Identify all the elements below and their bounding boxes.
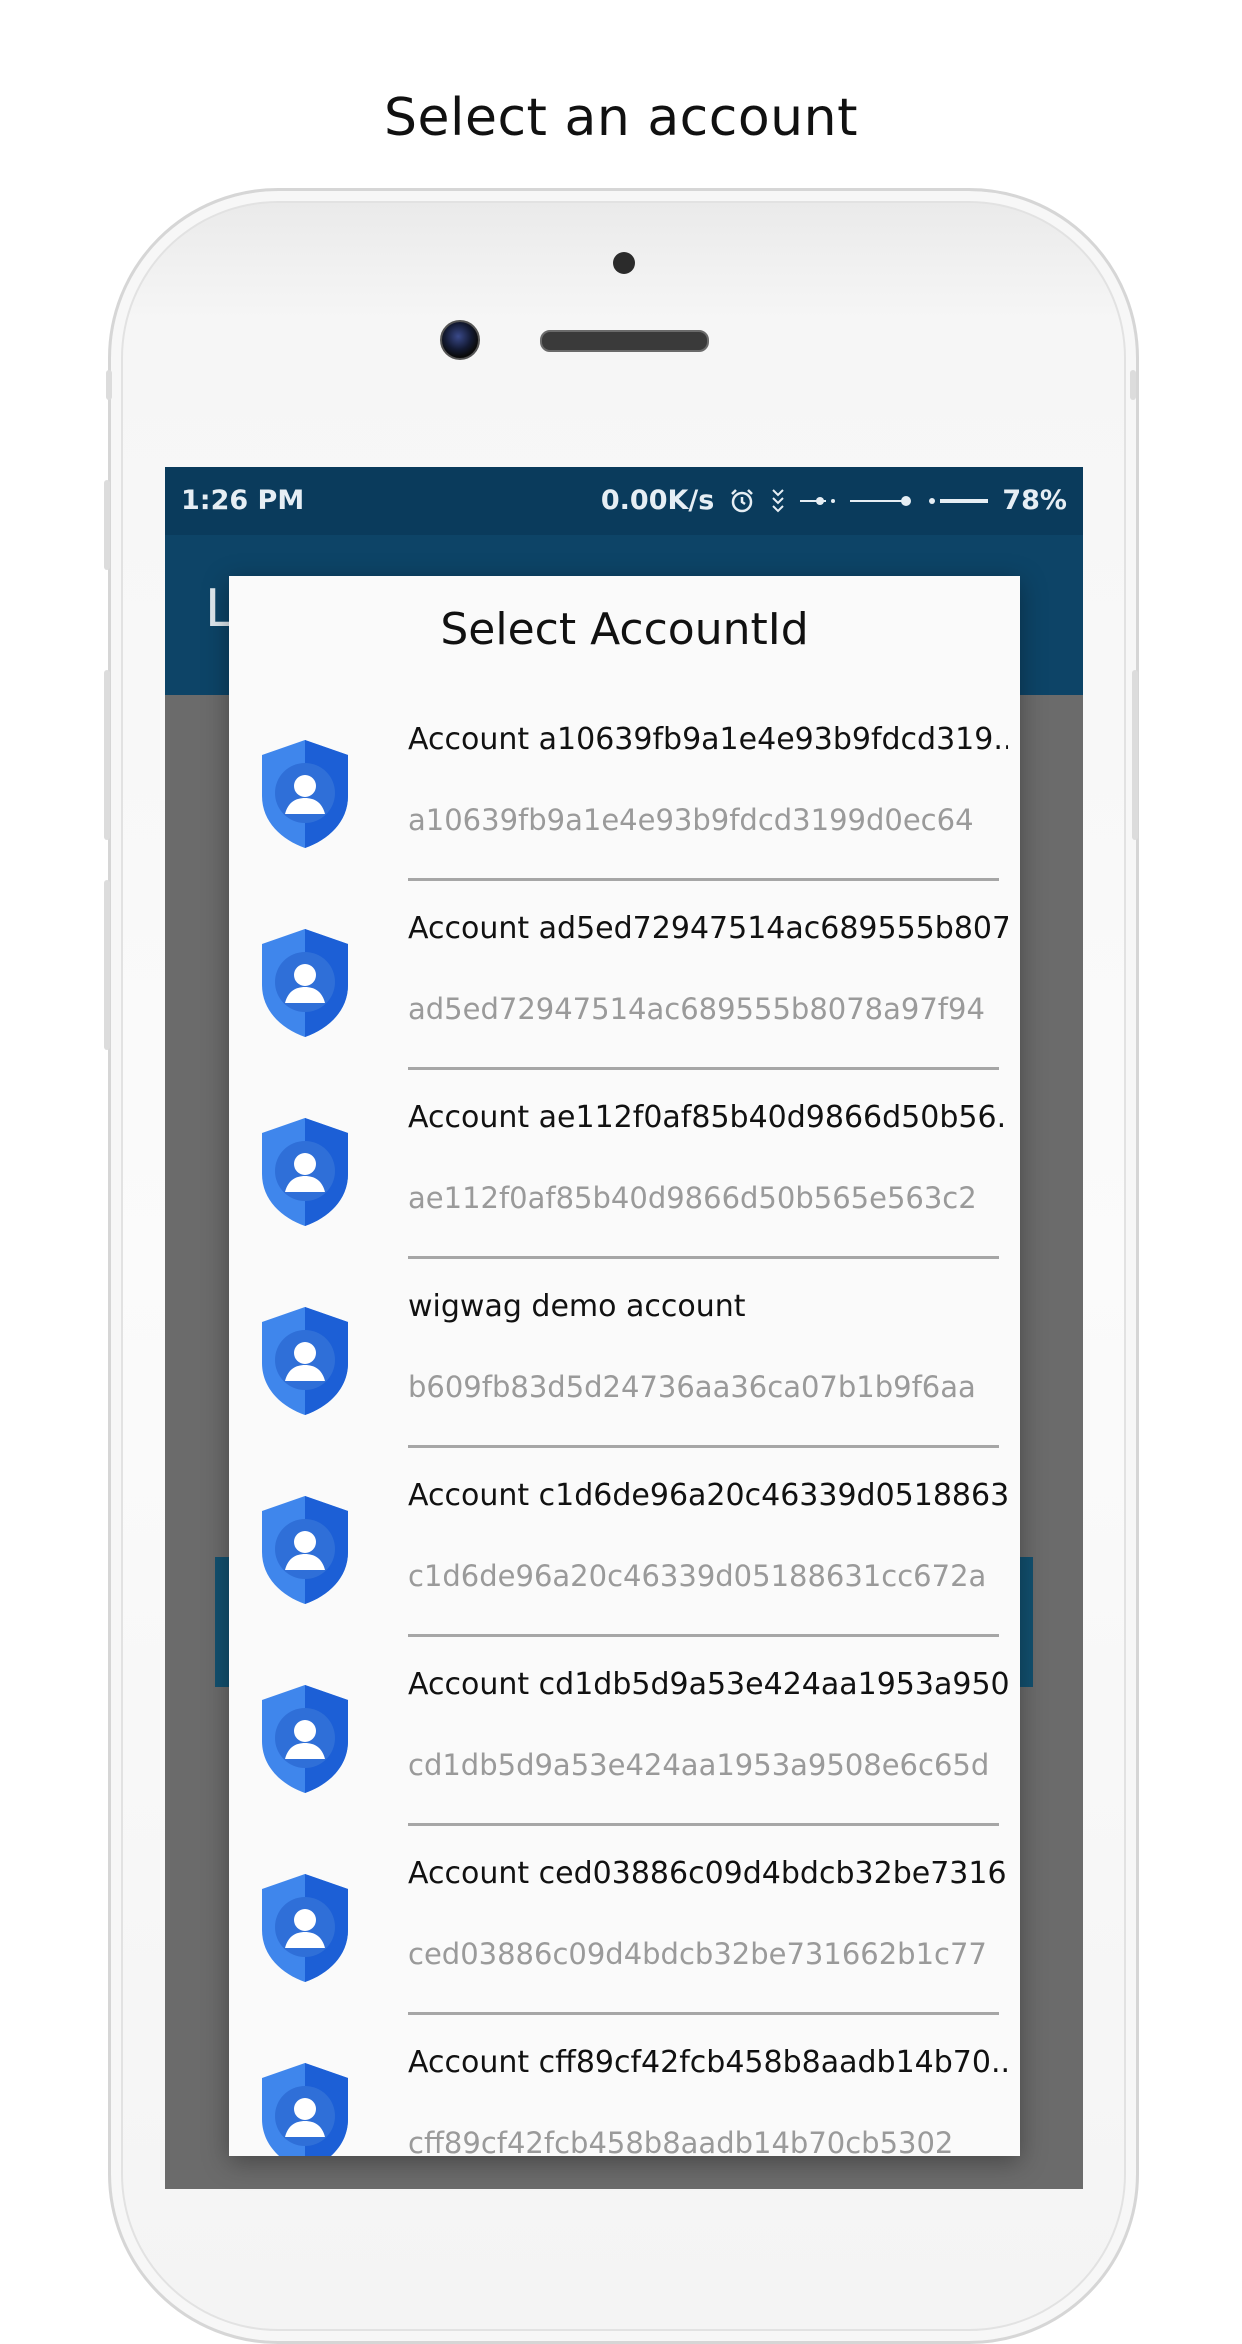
account-name: wigwag demo account — [408, 1289, 746, 1324]
status-icons: 0.00K/s 78% — [601, 485, 1067, 516]
account-list-item[interactable]: Account ced03886c09d4bdcb32be7316... ced… — [229, 1827, 1020, 2016]
account-name: Account a10639fb9a1e4e93b9fdcd319... — [408, 722, 1008, 757]
account-name: Account cd1db5d9a53e424aa1953a950... — [408, 1667, 1008, 1702]
proximity-sensor — [613, 252, 635, 274]
volume-button — [104, 670, 110, 840]
account-id: ae112f0af85b40d9866d50b565e563c2 — [408, 1181, 977, 1215]
account-id: cff89cf42fcb458b8aadb14b70cb5302 — [408, 2126, 954, 2156]
account-shield-icon — [262, 2063, 348, 2156]
account-id: cd1db5d9a53e424aa1953a9508e6c65d — [408, 1748, 990, 1782]
front-camera — [440, 320, 480, 360]
page-caption: Select an account — [384, 88, 858, 148]
account-shield-icon — [262, 1874, 348, 1982]
item-divider — [408, 1634, 999, 1637]
account-shield-icon — [262, 929, 348, 1037]
account-id: b609fb83d5d24736aa36ca07b1b9f6aa — [408, 1370, 976, 1404]
account-name: Account ad5ed72947514ac689555b807... — [408, 911, 1008, 946]
account-name: Account cff89cf42fcb458b8aadb14b70... — [408, 2045, 1008, 2080]
battery-icon — [929, 497, 989, 504]
account-list-item[interactable]: Account c1d6de96a20c46339d0518863... c1d… — [229, 1449, 1020, 1638]
account-id: a10639fb9a1e4e93b9fdcd3199d0ec64 — [408, 803, 974, 837]
signal-icon — [800, 496, 836, 505]
power-button — [1132, 670, 1138, 840]
account-shield-icon — [262, 1496, 348, 1604]
account-id: ced03886c09d4bdcb32be731662b1c77 — [408, 1937, 987, 1971]
item-divider — [408, 1823, 999, 1826]
account-list-item[interactable]: Account cd1db5d9a53e424aa1953a950... cd1… — [229, 1638, 1020, 1827]
account-list-item[interactable]: Account ad5ed72947514ac689555b807... ad5… — [229, 882, 1020, 1071]
account-name: Account c1d6de96a20c46339d0518863... — [408, 1478, 1008, 1513]
item-divider — [408, 1256, 999, 1259]
battery-percent: 78% — [1002, 485, 1067, 516]
account-shield-icon — [262, 1307, 348, 1415]
network-speed: 0.00K/s — [600, 485, 715, 516]
bluetooth-signal-icon — [772, 488, 785, 512]
item-divider — [408, 878, 999, 881]
account-name: Account ced03886c09d4bdcb32be7316... — [408, 1856, 1008, 1891]
account-list-item[interactable]: Account cff89cf42fcb458b8aadb14b70... cf… — [229, 2016, 1020, 2156]
account-shield-icon — [262, 740, 348, 848]
account-list-item[interactable]: Account ae112f0af85b40d9866d50b56... ae1… — [229, 1071, 1020, 1260]
account-shield-icon — [262, 1685, 348, 1793]
account-id: ad5ed72947514ac689555b8078a97f94 — [408, 992, 985, 1026]
account-list: Account a10639fb9a1e4e93b9fdcd319... a10… — [229, 693, 1020, 2156]
item-divider — [408, 2012, 999, 2015]
wifi-signal-icon — [850, 495, 912, 506]
alarm-icon — [731, 488, 754, 512]
account-name: Account ae112f0af85b40d9866d50b56... — [408, 1100, 1008, 1135]
account-id: c1d6de96a20c46339d05188631cc672a — [408, 1559, 987, 1593]
status-bar: 1:26 PM 0.00K/s 78% — [165, 467, 1083, 535]
earpiece-speaker — [540, 330, 709, 352]
item-divider — [408, 1445, 999, 1448]
phone-side-button — [1130, 370, 1136, 400]
account-list-item[interactable]: wigwag demo account b609fb83d5d24736aa36… — [229, 1260, 1020, 1449]
volume-button — [104, 880, 110, 1050]
account-shield-icon — [262, 1118, 348, 1226]
account-list-item[interactable]: Account a10639fb9a1e4e93b9fdcd319... a10… — [229, 693, 1020, 882]
volume-button — [104, 480, 110, 570]
item-divider — [408, 1067, 999, 1070]
phone-side-button — [106, 370, 112, 400]
dialog-title: Select AccountId — [440, 604, 809, 655]
account-picker-dialog: Select AccountId Account a10639fb9a1e4e9… — [229, 576, 1020, 2156]
status-time: 1:26 PM — [181, 485, 305, 516]
